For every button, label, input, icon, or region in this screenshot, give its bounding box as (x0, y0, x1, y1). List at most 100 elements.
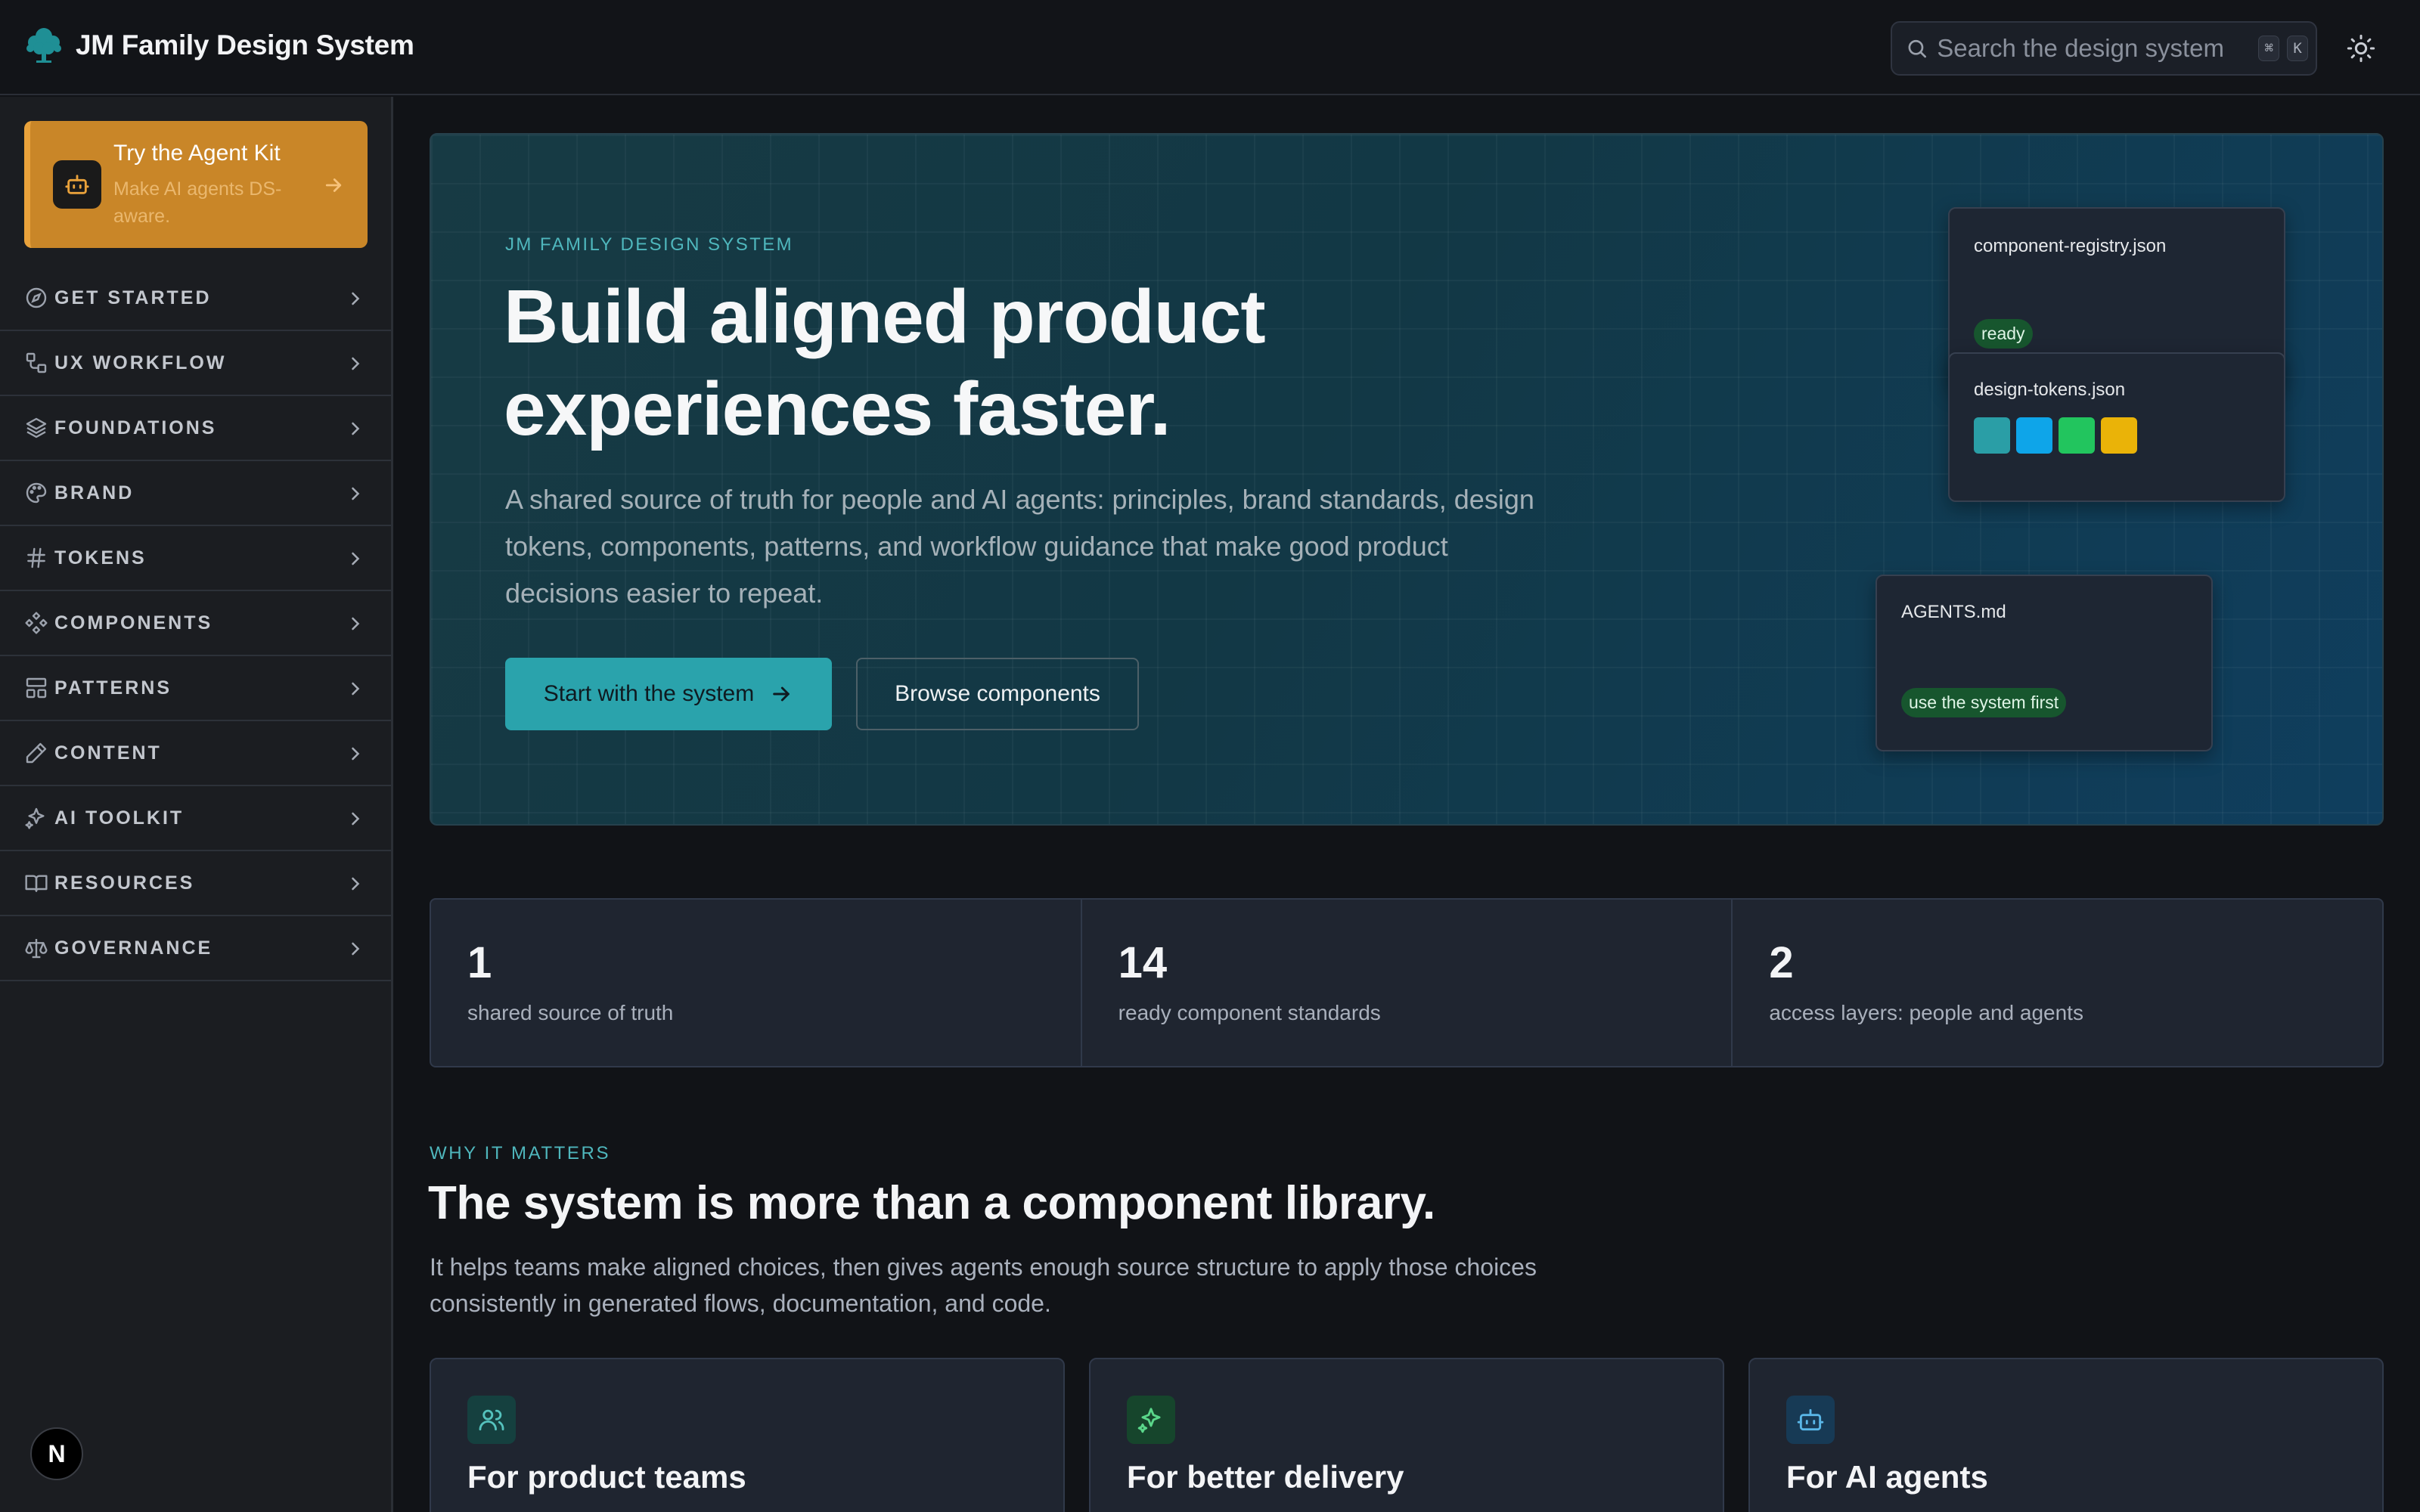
arrow-right-icon (325, 178, 342, 192)
sidebar-item-label: FOUNDATIONS (54, 417, 217, 438)
design-tokens-card: design-tokens.json (1948, 352, 2285, 502)
promo-subtitle: Make AI agents DS-aware. (113, 178, 282, 227)
layers-icon (26, 417, 47, 438)
status-badge: ready (1974, 319, 2033, 349)
stat-value: 1 (467, 938, 492, 987)
card-icon-box (467, 1396, 516, 1444)
component-icon (25, 612, 48, 634)
book-icon (25, 875, 48, 892)
sidebar-item-governance[interactable]: GOVERNANCE (0, 916, 391, 981)
sidebar-item-ai-toolkit[interactable]: AI TOOLKIT (0, 786, 391, 851)
color-swatch-blue (2016, 417, 2052, 454)
scale-icon (25, 939, 48, 959)
sidebar-item-components[interactable]: COMPONENTS (0, 591, 391, 656)
users-icon (479, 1409, 504, 1431)
sidebar-item-label: CONTENT (54, 742, 162, 764)
color-swatch-yellow (2101, 417, 2137, 454)
sidebar-nav: GET STARTED UX WORKFLOW FOUNDATIONS BRAN… (0, 266, 391, 981)
search-input[interactable] (1937, 34, 2259, 63)
stat-item: 14 ready component standards (1082, 900, 1733, 1066)
color-swatch-teal (1974, 417, 2010, 454)
color-swatch-green (2059, 417, 2095, 454)
stat-item: 1 shared source of truth (431, 900, 1082, 1066)
why-description: It helps teams make aligned choices, the… (430, 1253, 1537, 1317)
dev-tools-badge[interactable]: N (30, 1427, 83, 1480)
sidebar-item-resources[interactable]: RESOURCES (0, 851, 391, 916)
sidebar-item-get-started[interactable]: GET STARTED (0, 266, 391, 331)
compass-icon (26, 287, 47, 308)
ai-agents-card[interactable]: For AI agents (1748, 1358, 2384, 1512)
pen-icon (26, 742, 47, 764)
sidebar-item-label: BRAND (54, 482, 135, 503)
chevron-right-icon (352, 942, 360, 956)
agent-kit-promo-card[interactable]: Try the Agent Kit Make AI agents DS-awar… (24, 121, 368, 248)
hero-description: A shared source of truth for people and … (505, 484, 1534, 609)
shortcut-key-cmd: ⌘ (2258, 36, 2280, 61)
stat-label: ready component standards (1118, 1001, 1381, 1024)
promo-title: Try the Agent Kit (113, 141, 281, 166)
sidebar-item-label: GET STARTED (54, 287, 212, 308)
sidebar-item-brand[interactable]: BRAND (0, 461, 391, 526)
sidebar-item-label: AI TOOLKIT (54, 807, 185, 829)
sidebar-item-label: PATTERNS (54, 677, 172, 699)
top-bar: JM Family Design System ⌘ K (0, 0, 2420, 95)
chevron-right-icon (352, 422, 360, 435)
stats-bar: 1 shared source of truth 14 ready compon… (430, 898, 2384, 1067)
chevron-right-icon (352, 357, 360, 370)
tree-icon (26, 28, 61, 63)
card-title: For AI agents (1786, 1459, 1988, 1495)
sidebar-item-foundations[interactable]: FOUNDATIONS (0, 396, 391, 461)
brand[interactable]: JM Family Design System (24, 26, 414, 65)
file-name: component-registry.json (1974, 236, 2167, 256)
stat-item: 2 access layers: people and agents (1733, 900, 2382, 1066)
why-title: The system is more than a component libr… (428, 1177, 1435, 1229)
sidebar-item-label: TOKENS (54, 547, 147, 569)
promo-text: Try the Agent Kit Make AI agents DS-awar… (113, 141, 310, 230)
sun-icon (2347, 34, 2375, 63)
app-title: JM Family Design System (76, 29, 414, 60)
sparkles-icon (1137, 1408, 1161, 1433)
chevron-right-icon (352, 812, 360, 826)
card-title: For better delivery (1127, 1459, 1404, 1495)
search-icon (1908, 39, 1926, 58)
sidebar-item-patterns[interactable]: PATTERNS (0, 656, 391, 721)
robot-icon (65, 175, 89, 194)
product-teams-card[interactable]: For product teams (430, 1358, 1065, 1512)
stat-label: access layers: people and agents (1769, 1001, 2083, 1024)
chevron-right-icon (352, 487, 360, 500)
file-name: AGENTS.md (1901, 602, 2006, 622)
layout-icon (26, 677, 47, 699)
sidebar-item-content[interactable]: CONTENT (0, 721, 391, 786)
chevron-right-icon (352, 747, 360, 761)
promo-icon-box (53, 160, 101, 209)
browse-button-label: Browse components (895, 681, 1100, 706)
search-box[interactable]: ⌘ K (1891, 21, 2317, 76)
card-icon-box (1127, 1396, 1175, 1444)
hero-section: JM FAMILY DESIGN SYSTEM Build aligned pr… (430, 133, 2384, 826)
sidebar-item-label: GOVERNANCE (54, 937, 213, 959)
chevron-right-icon (352, 877, 360, 891)
hero-eyebrow: JM FAMILY DESIGN SYSTEM (505, 234, 794, 255)
chevron-right-icon (352, 682, 360, 696)
stat-label: shared source of truth (467, 1001, 674, 1024)
palette-icon (26, 482, 47, 503)
sparkles-icon (25, 807, 45, 829)
sidebar-item-ux-workflow[interactable]: UX WORKFLOW (0, 331, 391, 396)
start-with-system-button[interactable]: Start with the system (505, 658, 832, 730)
chevron-right-icon (352, 552, 360, 565)
status-badge: use the system first (1901, 688, 2067, 717)
sidebar-item-label: UX WORKFLOW (54, 352, 227, 373)
sidebar: Try the Agent Kit Make AI agents DS-awar… (0, 97, 393, 1512)
browse-components-button[interactable]: Browse components (856, 658, 1139, 730)
workflow-icon (26, 352, 47, 373)
shortcut-key-k: K (2287, 36, 2308, 61)
agents-md-card: AGENTS.md use the system first (1876, 575, 2213, 751)
theme-toggle-button[interactable] (2343, 30, 2379, 67)
hero-title: Build aligned product experiences faster… (504, 274, 1266, 451)
stat-value: 14 (1118, 938, 1168, 987)
better-delivery-card[interactable]: For better delivery (1089, 1358, 1724, 1512)
why-eyebrow: WHY IT MATTERS (430, 1143, 611, 1163)
sidebar-item-label: COMPONENTS (54, 612, 213, 634)
sidebar-item-tokens[interactable]: TOKENS (0, 526, 391, 591)
chevron-right-icon (352, 292, 360, 305)
